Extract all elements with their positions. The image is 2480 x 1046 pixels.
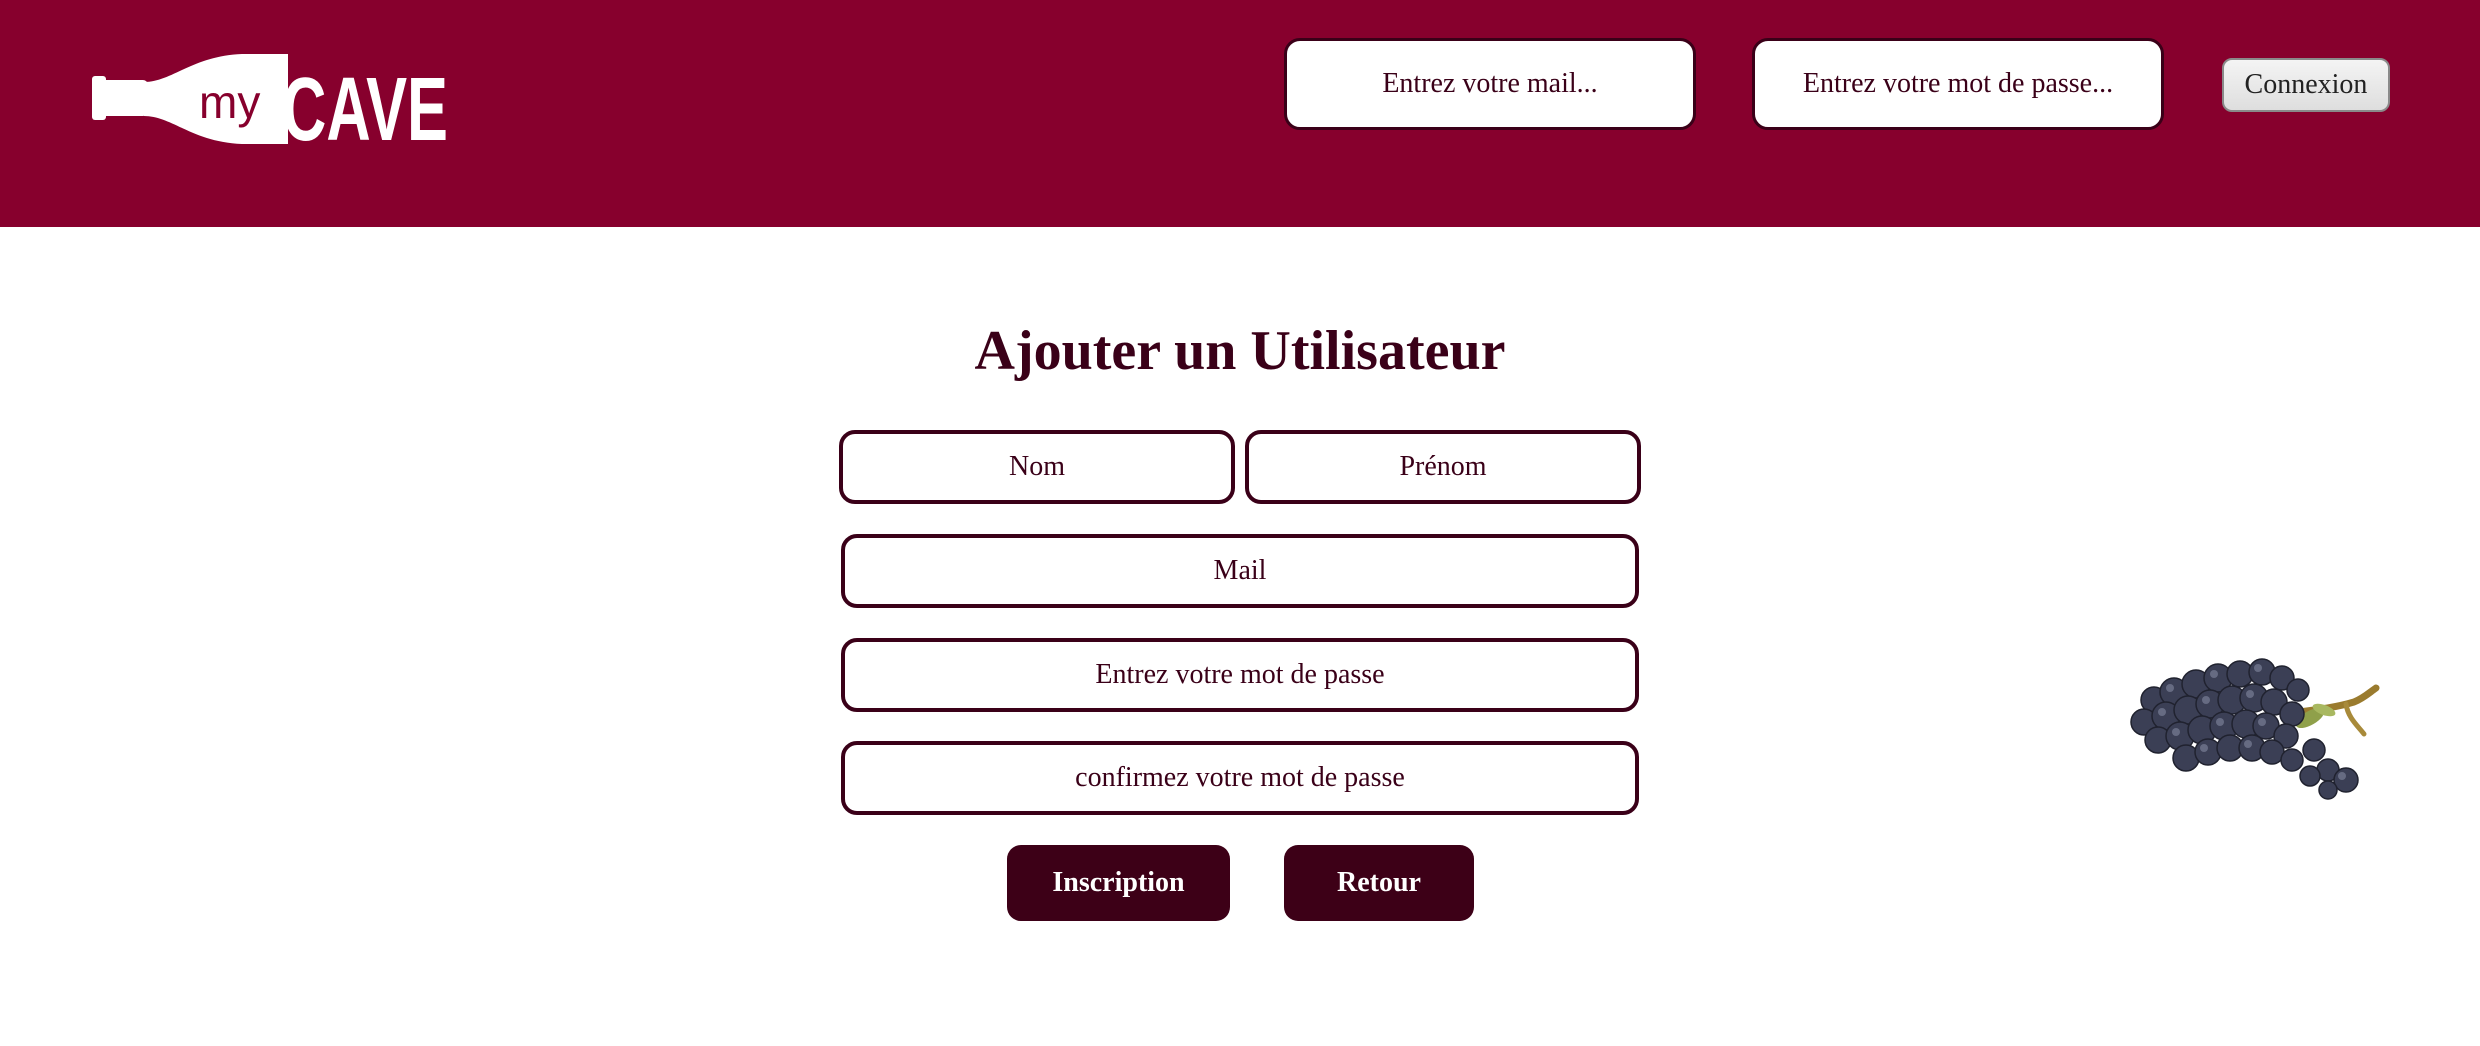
password-input[interactable]	[841, 638, 1639, 712]
wine-bottle-icon: my CAVE	[92, 54, 448, 146]
page-title: Ajouter un Utilisateur	[974, 320, 1506, 382]
nom-input[interactable]	[839, 430, 1235, 504]
retour-button[interactable]: Retour	[1284, 845, 1474, 921]
connexion-button[interactable]: Connexion	[2222, 58, 2390, 112]
header-password-input[interactable]	[1752, 38, 2164, 130]
header-mail-input[interactable]	[1284, 38, 1696, 130]
logo-prefix: my	[199, 76, 260, 128]
top-header: my CAVE Connexion	[0, 0, 2480, 227]
grapes-image	[2114, 622, 2386, 810]
mycave-logo[interactable]: my CAVE	[92, 52, 452, 146]
inscription-button[interactable]: Inscription	[1007, 845, 1230, 921]
logo-name: CAVE	[282, 60, 448, 146]
prenom-input[interactable]	[1245, 430, 1641, 504]
mail-input[interactable]	[841, 534, 1639, 608]
confirm-password-input[interactable]	[841, 741, 1639, 815]
